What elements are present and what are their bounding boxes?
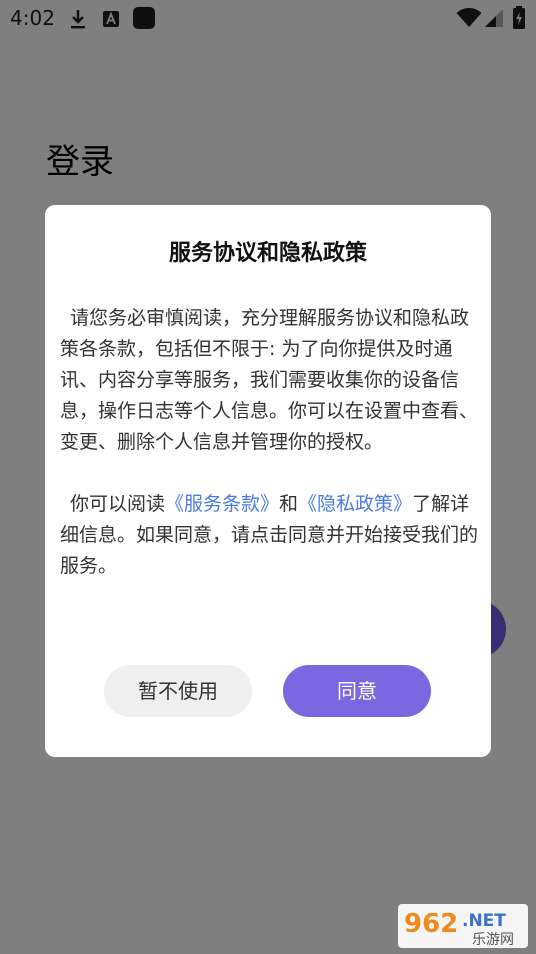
watermark-domain: .NET xyxy=(462,911,506,931)
agreement-links-paragraph: 你可以阅读《服务条款》和《隐私政策》了解详细信息。如果同意，请点击同意并开始接受… xyxy=(60,489,480,582)
login-screen: 4:02 登录 服务协议和隐私政策 请您务必审 xyxy=(0,0,536,954)
agreement-paragraph: 请您务必审慎阅读，充分理解服务协议和隐私政策各条款，包括但不限于: 为了向你提供… xyxy=(60,307,479,453)
terms-of-service-link[interactable]: 《服务条款》 xyxy=(165,493,279,515)
dialog-body: 请您务必审慎阅读，充分理解服务协议和隐私政策各条款，包括但不限于: 为了向你提供… xyxy=(60,303,480,582)
decline-button[interactable]: 暂不使用 xyxy=(104,665,252,717)
privacy-agreement-dialog: 服务协议和隐私政策 请您务必审慎阅读，充分理解服务协议和隐私政策各条款，包括但不… xyxy=(45,205,491,757)
privacy-policy-link[interactable]: 《隐私政策》 xyxy=(298,493,412,515)
site-watermark-logo: 962 .NET 乐游网 xyxy=(398,904,528,948)
agree-button[interactable]: 同意 xyxy=(283,665,431,717)
dialog-title: 服务协议和隐私政策 xyxy=(168,241,367,266)
links-and-text: 和 xyxy=(279,493,299,515)
links-prefix-text: 你可以阅读 xyxy=(70,493,166,515)
watermark-number: 962 xyxy=(404,909,458,939)
watermark-site-name: 乐游网 xyxy=(472,932,514,948)
